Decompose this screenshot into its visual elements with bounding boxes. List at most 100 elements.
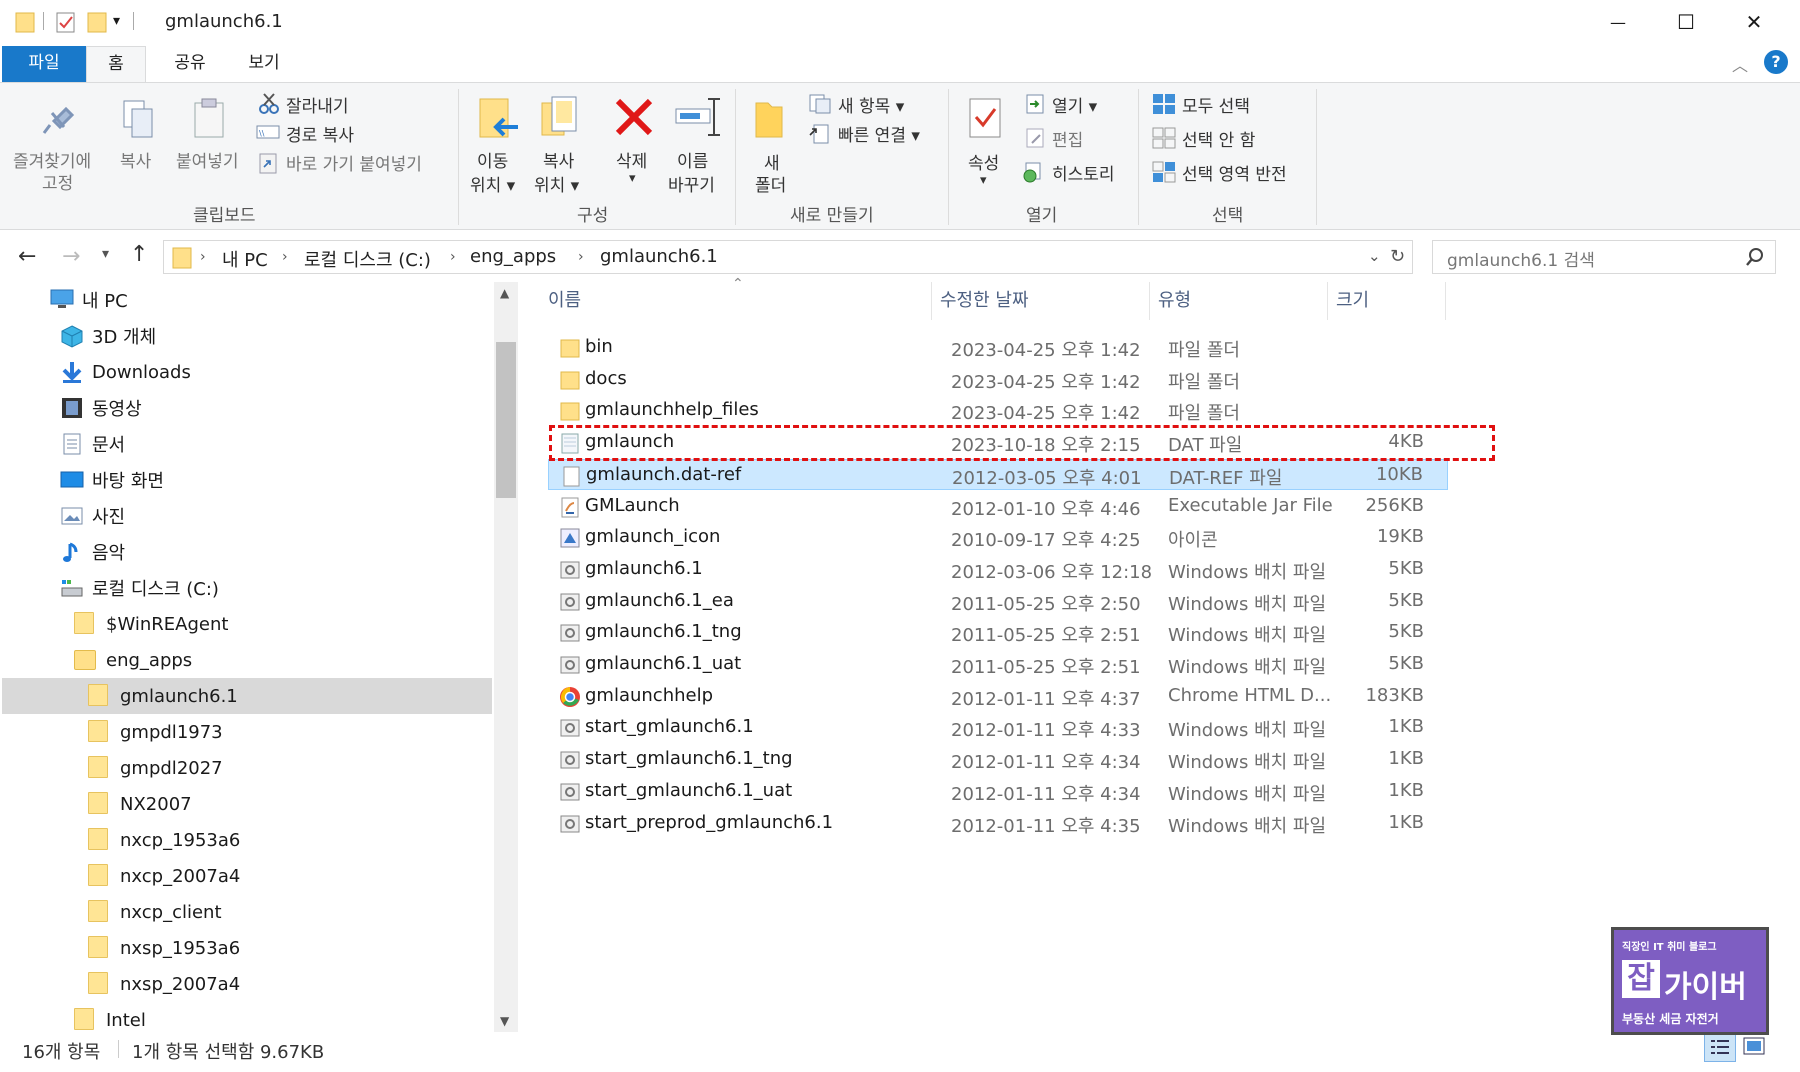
address-dropdown-icon[interactable]: ⌄ (1368, 247, 1381, 265)
back-arrow-icon[interactable]: ← (18, 244, 36, 269)
breadcrumb-eng-apps[interactable]: eng_apps (470, 246, 556, 267)
paste-button[interactable]: 붙여넣기 (176, 147, 239, 172)
nav-item-local-disk[interactable]: 로컬 디스크 (C:) (60, 570, 219, 606)
tab-share[interactable]: 공유 (160, 46, 220, 82)
column-header-date[interactable]: 수정한 날짜 (932, 282, 1150, 320)
nav-item-folder[interactable]: nxsp_2007a4 (88, 966, 240, 1002)
nav-item-folder[interactable]: nxcp_1953a6 (88, 822, 240, 858)
nav-item-documents[interactable]: 문서 (60, 426, 125, 462)
column-header-size[interactable]: 크기 (1328, 282, 1446, 320)
table-row-selected[interactable]: gmlaunch.dat-ref 2012-03-05 오후 4:01 DAT-RE… (548, 458, 1448, 490)
table-row[interactable]: gmlaunch_icon 2010-09-17 오후 4:25 아이콘 19KB (548, 522, 1448, 553)
document-icon (60, 432, 84, 456)
properties-button[interactable]: 속성 (968, 149, 999, 174)
nav-item-folder[interactable]: eng_apps (74, 642, 192, 678)
copy-to-button[interactable]: 복사 (543, 147, 574, 172)
search-input[interactable]: gmlaunch6.1 검색 (1432, 240, 1776, 274)
table-row[interactable]: docs 2023-04-25 오후 1:42 파일 폴더 (548, 364, 1448, 395)
table-row[interactable]: gmlaunchhelp_files 2023-04-25 오후 1:42 파일 폴… (548, 395, 1448, 426)
table-row[interactable]: start_gmlaunch6.1_uat 2012-01-11 오후 4:34 W… (548, 776, 1448, 807)
recent-locations-icon[interactable]: ▾ (102, 246, 109, 262)
nav-item-desktop[interactable]: 바탕 화면 (60, 462, 164, 498)
breadcrumb-gmlaunch[interactable]: gmlaunch6.1 (600, 246, 718, 267)
nav-item-folder[interactable]: NX2007 (88, 786, 192, 822)
folder-icon (88, 900, 112, 924)
table-row[interactable]: gmlaunch6.1 2012-03-06 오후 12:18 Windows 배치… (548, 554, 1448, 585)
table-row[interactable]: bin 2023-04-25 오후 1:42 파일 폴더 (548, 332, 1448, 363)
file-type: Windows 배치 파일 (1168, 625, 1327, 647)
nav-item-folder[interactable]: nxcp_2007a4 (88, 858, 240, 894)
properties-dropdown-icon[interactable]: ▾ (980, 173, 987, 188)
nav-item-videos[interactable]: 동영상 (60, 390, 142, 426)
details-view-icon[interactable] (1704, 1032, 1736, 1062)
quick-access-dropdown-icon[interactable]: ▾ (113, 13, 120, 29)
breadcrumb-separator-icon: › (282, 249, 288, 265)
help-icon[interactable]: ? (1764, 50, 1788, 74)
nav-label: 문서 (92, 435, 126, 456)
edit-button[interactable]: 편집 (1052, 126, 1083, 151)
ribbon-collapse-icon[interactable]: ︿ (1732, 52, 1748, 76)
file-size: 183KB (1365, 684, 1424, 706)
nav-item-mypc[interactable]: 내 PC (50, 282, 128, 318)
select-none-button[interactable]: 선택 안 함 (1182, 126, 1255, 151)
tab-view[interactable]: 보기 (234, 46, 294, 82)
easy-access-icon (808, 123, 830, 145)
nav-item-folder[interactable]: gmpdl2027 (88, 750, 223, 786)
nav-item-downloads[interactable]: Downloads (60, 354, 191, 390)
nav-item-folder[interactable]: nxsp_1953a6 (88, 930, 240, 966)
new-item-icon (808, 93, 832, 115)
table-row[interactable]: start_gmlaunch6.1 2012-01-11 오후 4:33 Windo… (548, 712, 1448, 743)
table-row[interactable]: gmlaunch6.1_tng 2011-05-25 오후 2:51 Windows… (548, 617, 1448, 648)
paste-shortcut-button[interactable]: 바로 가기 붙여넣기 (286, 150, 422, 175)
nav-item-folder[interactable]: nxcp_client (88, 894, 222, 930)
invert-selection-button[interactable]: 선택 영역 반전 (1182, 160, 1287, 185)
copy-button[interactable]: 복사 (120, 147, 151, 172)
maximize-button[interactable]: ☐ (1652, 0, 1720, 44)
delete-button[interactable]: 삭제 (616, 147, 647, 172)
refresh-icon[interactable]: ↻ (1390, 246, 1405, 267)
address-bar[interactable]: › 내 PC › 로컬 디스크 (C:) › eng_apps › gmlaun… (163, 240, 1413, 274)
nav-item-folder[interactable]: $WinREAgent (74, 606, 228, 642)
properties-check-icon[interactable] (55, 10, 77, 34)
select-all-button[interactable]: 모두 선택 (1182, 92, 1250, 117)
up-arrow-icon[interactable]: ↑ (130, 242, 148, 267)
table-row[interactable]: GMLaunch 2012-01-10 오후 4:46 Executable Jar… (548, 491, 1448, 522)
open-button[interactable]: 열기 ▾ (1052, 92, 1097, 117)
minimize-button[interactable]: — (1584, 0, 1652, 44)
nav-scrollbar-thumb[interactable] (496, 342, 516, 498)
table-row[interactable]: start_preprod_gmlaunch6.1 2012-01-11 오후 4… (548, 808, 1448, 839)
history-button[interactable]: 히스토리 (1052, 160, 1115, 185)
scroll-down-icon[interactable]: ▼ (500, 1014, 509, 1028)
search-placeholder: gmlaunch6.1 검색 (1447, 251, 1595, 271)
nav-item-selected-folder[interactable]: gmlaunch6.1 (2, 678, 492, 714)
breadcrumb-local-disk[interactable]: 로컬 디스크 (C:) (304, 246, 431, 272)
scroll-up-icon[interactable]: ▲ (500, 286, 509, 300)
table-row[interactable]: gmlaunchhelp 2012-01-11 오후 4:37 Chrome HTM… (548, 681, 1448, 712)
move-to-button[interactable]: 이동 (477, 147, 508, 172)
group-label-select: 선택 (1212, 206, 1244, 226)
nav-item-music[interactable]: 음악 (60, 534, 125, 570)
folder-icon (172, 247, 192, 269)
copy-path-button[interactable]: 경로 복사 (286, 121, 354, 146)
tab-file[interactable]: 파일 (2, 46, 86, 82)
new-folder-icon[interactable] (86, 10, 108, 34)
nav-item-folder[interactable]: Intel (74, 1002, 146, 1038)
nav-item-pictures[interactable]: 사진 (60, 498, 125, 534)
breadcrumb-mypc[interactable]: 내 PC (222, 246, 268, 272)
divider (133, 12, 134, 30)
nav-item-folder[interactable]: gmpdl1973 (88, 714, 223, 750)
close-button[interactable]: ✕ (1720, 0, 1788, 44)
column-header-type[interactable]: 유형 (1150, 282, 1328, 320)
new-item-button[interactable]: 새 항목 ▾ (838, 92, 904, 117)
forward-arrow-icon[interactable]: → (62, 244, 80, 269)
large-icons-view-icon[interactable] (1742, 1034, 1766, 1058)
delete-dropdown-icon[interactable]: ▾ (629, 171, 636, 186)
tab-home[interactable]: 홈 (86, 46, 146, 83)
nav-item-3d-objects[interactable]: 3D 개체 (60, 318, 156, 354)
easy-access-button[interactable]: 빠른 연결 ▾ (838, 121, 920, 146)
table-row[interactable]: gmlaunch6.1_ea 2011-05-25 오후 2:50 Windows … (548, 586, 1448, 617)
table-row[interactable]: start_gmlaunch6.1_tng 2012-01-11 오후 4:34 W… (548, 744, 1448, 775)
cut-button[interactable]: 잘라내기 (286, 92, 349, 117)
table-row[interactable]: gmlaunch6.1_uat 2011-05-25 오후 2:51 Windows… (548, 649, 1448, 680)
rename-button[interactable]: 이름 (677, 147, 708, 172)
